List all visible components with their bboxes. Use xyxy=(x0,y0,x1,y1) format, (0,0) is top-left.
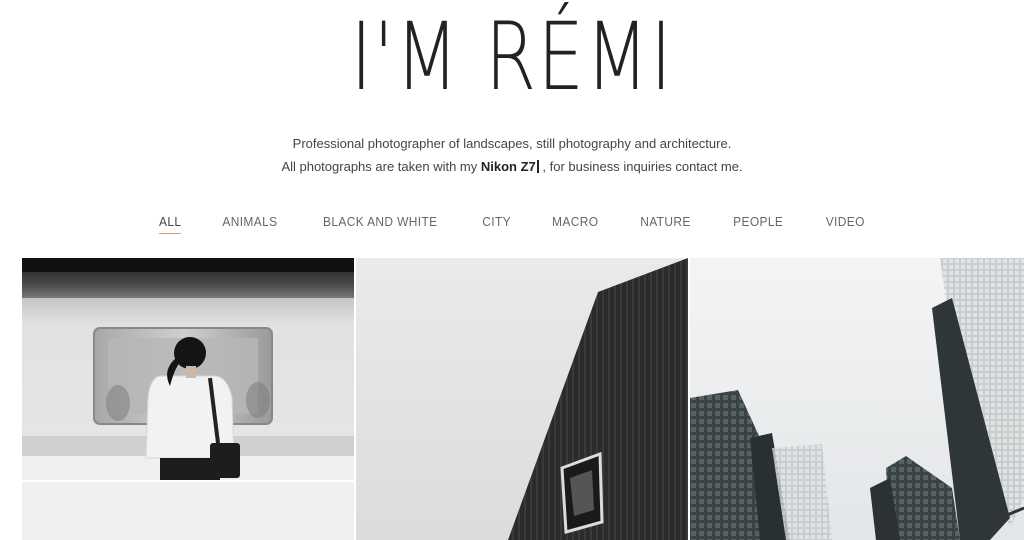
filter-animals[interactable]: ANIMALS xyxy=(223,214,278,233)
tagline-line-2-suffix: , for business inquiries contact me. xyxy=(538,159,743,174)
filter-nature[interactable]: NATURE xyxy=(640,214,690,233)
tagline-line-2: All photographs are taken with my Nikon … xyxy=(0,159,1024,174)
skyscrapers-photo[interactable] xyxy=(690,258,1024,540)
portfolio-filter-nav: ALL ANIMALS BLACK AND WHITE CITY MACRO N… xyxy=(0,214,1024,234)
subway-woman-photo[interactable] xyxy=(22,258,354,480)
black-building-photo[interactable] xyxy=(356,258,688,540)
light-gray-photo[interactable] xyxy=(22,482,354,540)
filter-black-and-white[interactable]: BLACK AND WHITE xyxy=(323,214,438,233)
filter-city[interactable]: CITY xyxy=(482,214,511,233)
filter-macro[interactable]: MACRO xyxy=(552,214,598,233)
camera-model: Nikon Z7 xyxy=(480,159,536,174)
site-title: I'M RÉMI xyxy=(350,3,674,112)
filter-video[interactable]: VIDEO xyxy=(825,214,864,233)
filter-people[interactable]: PEOPLE xyxy=(733,214,783,233)
filter-all[interactable]: ALL xyxy=(158,214,182,234)
tagline-line-1: Professional photographer of landscapes,… xyxy=(292,136,732,151)
tagline-line-2-prefix: All photographs are taken with my xyxy=(281,159,481,174)
